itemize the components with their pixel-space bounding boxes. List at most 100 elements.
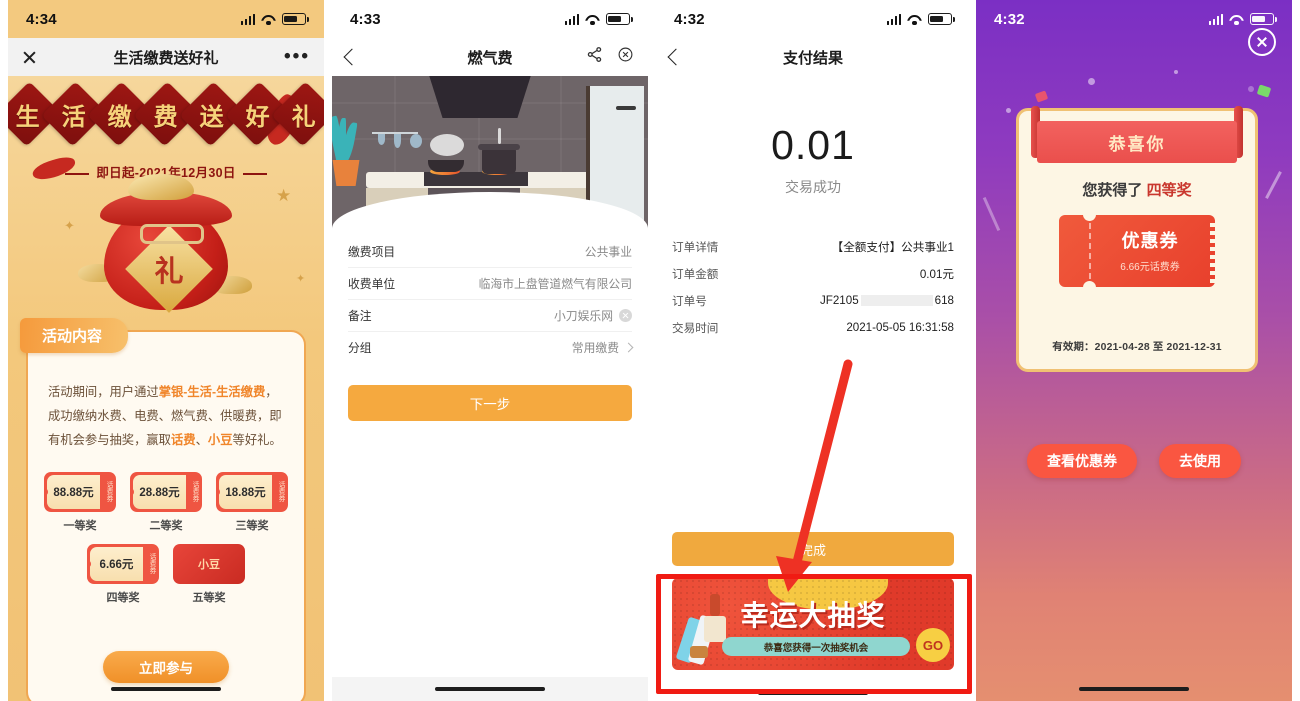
ticket-title: 优惠券: [1121, 231, 1179, 251]
gas-form: 缴费项目 公共事业 收费单位 临海市上盘管道燃气有限公司 备注 小刀娱乐网 分组…: [332, 236, 648, 363]
form-label: 缴费项目: [348, 245, 396, 259]
status-time: 4:32: [994, 10, 1025, 28]
order-number-suffix: 618: [934, 294, 954, 307]
prize-item: 18.88元 话费券 三等奖: [216, 472, 288, 533]
coupon-tag-label: 话费券: [148, 553, 155, 575]
redaction-mask: [860, 295, 933, 307]
desc-text: 、: [195, 433, 208, 447]
desc-highlight-phone: 话费: [170, 433, 196, 447]
order-value: 0.01元: [919, 267, 954, 281]
order-value: 【全额支付】公共事业1: [831, 240, 954, 254]
form-row-remark[interactable]: 备注 小刀娱乐网: [348, 300, 632, 332]
activity-description: 活动期间，用户通过掌银-生活-生活缴费，成功缴纳水费、电费、燃气费、供暖费，即有…: [48, 380, 284, 452]
order-row-number: 订单号 JF2105 618: [672, 287, 954, 314]
activity-content-card: 活动内容 活动期间，用户通过掌银-生活-生活缴费，成功缴纳水费、电费、燃气费、供…: [20, 318, 306, 701]
win-line: 您获得了 四等奖: [1019, 179, 1255, 200]
screenshot-stage: 4:34 生活缴费送好礼 ••• ★ ✦ ✦ 生 活 缴 费 送 好 礼 即日起…: [0, 0, 1300, 701]
order-value: 2021-05-05 16:31:58: [846, 321, 954, 334]
prize-amount: 6.66元: [90, 547, 143, 581]
status-time: 4:33: [350, 10, 381, 28]
prize-label: 三等奖: [235, 520, 269, 532]
form-row-unit[interactable]: 收费单位 临海市上盘管道燃气有限公司: [348, 268, 632, 300]
page-title: 支付结果: [782, 49, 843, 67]
prize-amount: 88.88元: [47, 475, 100, 509]
close-button[interactable]: [617, 46, 634, 68]
prize-row: 88.88元 话费券 一等奖 28.88元 话费券 二等奖 18.88元 话费券…: [42, 472, 290, 533]
panel-prize: 4:32 恭喜你 您获得了 四等奖 优惠券 6.66元话费券 有效期：2021-…: [976, 0, 1292, 701]
remark-input-value[interactable]: 小刀娱乐网: [554, 307, 613, 324]
clear-icon[interactable]: [619, 309, 632, 322]
done-button[interactable]: 完成: [672, 532, 954, 566]
use-now-button[interactable]: 去使用: [1159, 444, 1241, 478]
coupon-graphic: 18.88元 话费券: [216, 472, 288, 512]
lottery-go-button[interactable]: GO: [916, 628, 950, 662]
join-now-button[interactable]: 立即参与: [103, 651, 229, 683]
wifi-icon: [585, 14, 600, 26]
back-button[interactable]: [343, 48, 361, 66]
form-row-group[interactable]: 分组 常用缴费: [348, 332, 634, 363]
prize-actions: 查看优惠券 去使用: [976, 444, 1292, 478]
form-label: 收费单位: [348, 277, 396, 291]
validity-text: 有效期：2021-04-28 至 2021-12-31: [1052, 342, 1222, 353]
congrats-text: 恭喜你: [1108, 134, 1166, 154]
more-dots-icon: •••: [284, 46, 310, 67]
hero-title-char: 生: [16, 102, 40, 131]
close-button[interactable]: [22, 50, 37, 65]
prize-amount: 28.88元: [133, 475, 186, 509]
kitchen-illustration: [332, 76, 648, 236]
back-button[interactable]: [667, 48, 685, 66]
signal-icon: [1208, 13, 1223, 25]
home-indicator: [758, 691, 868, 695]
hero-title-char: 缴: [108, 102, 132, 131]
chevron-right-icon: [623, 342, 634, 353]
activity-hero: ★ ✦ ✦ 生 活 缴 费 送 好 礼 即日起-2021年12月30日 礼: [8, 76, 324, 321]
signal-icon: [886, 13, 901, 25]
coupon-ticket: 优惠券 6.66元话费券: [1059, 208, 1216, 294]
status-bar-prize: 4:32: [976, 0, 1292, 38]
wifi-icon: [1229, 14, 1244, 26]
section-badge: 活动内容: [20, 318, 129, 353]
congrats-banner: 恭喜你: [1037, 121, 1237, 163]
signal-icon: [564, 13, 579, 25]
prize-label: 五等奖: [192, 592, 226, 604]
next-step-button[interactable]: 下一步: [348, 385, 632, 421]
order-label: 订单号: [672, 294, 707, 308]
form-value: 公共事业: [584, 245, 632, 259]
signal-icon: [240, 13, 255, 25]
bag-char: 礼: [154, 256, 184, 288]
status-time: 4:34: [26, 10, 57, 28]
order-row-time: 交易时间 2021-05-05 16:31:58: [672, 314, 954, 341]
status-bar-activity: 4:34: [8, 0, 324, 38]
close-circle-icon: [618, 47, 633, 62]
form-label: 备注: [348, 309, 372, 323]
view-coupon-button[interactable]: 查看优惠券: [1027, 444, 1137, 478]
coupon-graphic: 28.88元 话费券: [130, 472, 202, 512]
share-button[interactable]: [586, 46, 603, 68]
form-value: 常用缴费: [571, 341, 619, 355]
lottery-banner[interactable]: 幸运大抽奖 恭喜您获得一次抽奖机会 GO: [672, 578, 954, 670]
prize-row: 6.66元 话费券 四等奖 小豆 五等奖: [42, 544, 290, 605]
desc-text: 等好礼。: [232, 433, 282, 447]
payment-status-text: 交易成功: [785, 179, 841, 195]
star-icon: ★: [276, 186, 292, 205]
status-indicators: [564, 13, 633, 26]
order-detail-list: 订单详情 【全额支付】公共事业1 订单金额 0.01元 订单号 JF2105 61…: [656, 233, 970, 341]
more-button[interactable]: •••: [284, 46, 310, 67]
amount-block: 0.01 交易成功: [656, 76, 970, 197]
panel-gas-fee: 4:33 燃气费 缴费项目 公共事业 收费单位 临海市上盘管道燃气有限公司 备注…: [332, 0, 648, 701]
desc-highlight-path: 掌银-生活-生活缴费: [158, 385, 266, 399]
hero-title: 生 活 缴 费 送 好 礼: [8, 81, 324, 147]
star-icon: ✦: [64, 218, 75, 233]
prize-label: 一等奖: [63, 520, 97, 532]
nav-actions: [586, 46, 634, 68]
order-number-prefix: JF2105: [819, 294, 859, 307]
lottery-title: 幸运大抽奖: [740, 600, 886, 631]
desc-text: 活动期间，用户通过: [48, 385, 159, 399]
nav-bar-gas: 燃气费: [332, 38, 648, 76]
coupon-graphic: 88.88元 话费券: [44, 472, 116, 512]
close-button[interactable]: [1248, 28, 1276, 56]
coupon-tag-label: 话费券: [105, 481, 112, 503]
form-row-item[interactable]: 缴费项目 公共事业: [348, 236, 632, 268]
home-indicator: [435, 687, 545, 691]
back-arrow-icon: [667, 48, 685, 66]
